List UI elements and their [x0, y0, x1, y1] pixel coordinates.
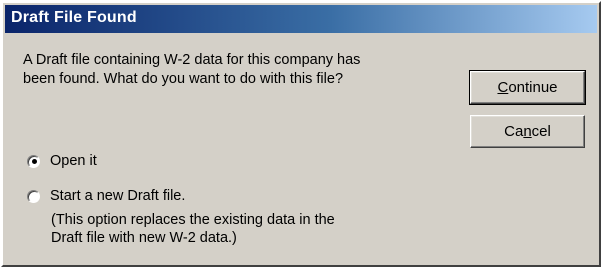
continue-button[interactable]: Continue	[469, 70, 586, 105]
radio-button-start-new[interactable]	[27, 189, 40, 203]
radio-option-start-new[interactable]: Start a new Draft file.	[27, 188, 185, 204]
continue-mnemonic: C	[497, 79, 509, 96]
option-note: (This option replaces the existing data …	[51, 212, 335, 246]
cancel-mnemonic: n	[523, 123, 532, 140]
dialog-message: A Draft file containing W-2 data for thi…	[23, 52, 361, 87]
cancel-button[interactable]: Cancel	[470, 115, 585, 148]
radio-option-open-it[interactable]: Open it	[27, 153, 97, 169]
dialog-titlebar[interactable]: Draft File Found	[5, 5, 597, 33]
radio-label-open-it[interactable]: Open it	[50, 153, 97, 169]
radio-label-start-new[interactable]: Start a new Draft file.	[50, 188, 185, 204]
radio-selected-dot	[31, 159, 37, 164]
draft-file-found-dialog: Draft File Found A Draft file containing…	[1, 1, 601, 267]
radio-button-open-it[interactable]	[27, 154, 40, 168]
dialog-title: Draft File Found	[11, 9, 137, 26]
